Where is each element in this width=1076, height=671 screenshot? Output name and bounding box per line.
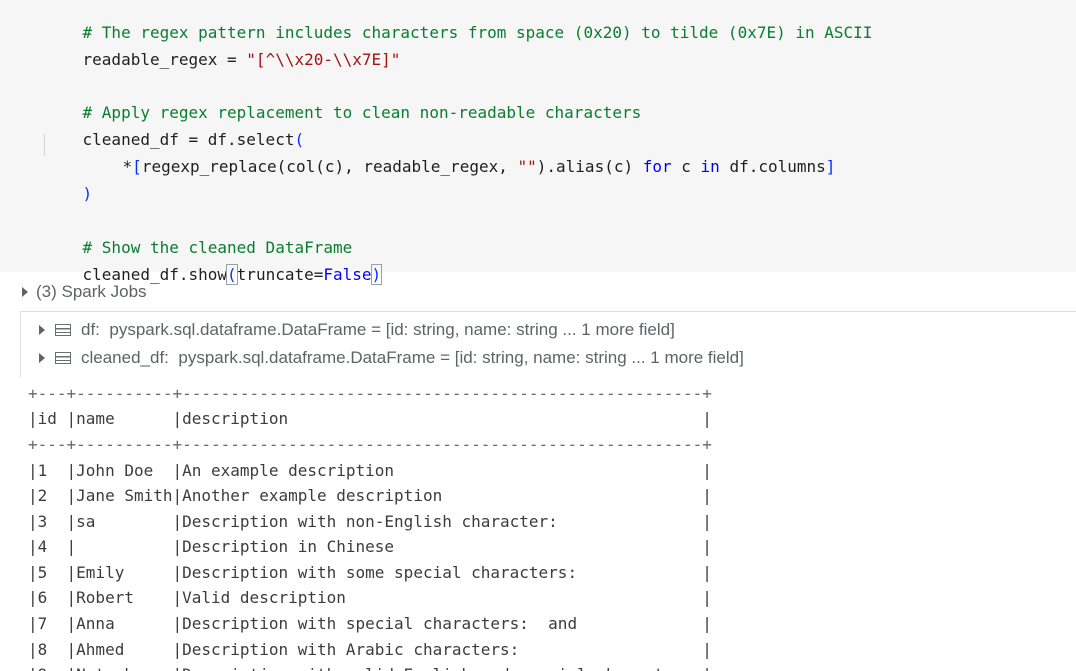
variable-name: df: (81, 320, 100, 339)
table-row: |8 |Ahmed |Description with Arabic chara… (28, 640, 712, 659)
code-text: ).alias(c) (536, 157, 643, 176)
variable-type: pyspark.sql.dataframe.DataFrame = [id: s… (109, 320, 675, 339)
indent-guide (44, 134, 45, 156)
code-string: "[^\\x20-\\x7E]" (246, 50, 401, 69)
code-line: # Apply regex replacement to clean non-r… (44, 80, 642, 122)
code-text: * (122, 157, 133, 176)
code-paren: [ (132, 157, 142, 176)
variable-row-df[interactable]: df: pyspark.sql.dataframe.DataFrame = [i… (39, 317, 675, 343)
variable-type: pyspark.sql.dataframe.DataFrame = [id: s… (178, 348, 744, 367)
code-line: cleaned_df.show(truncate=False) (44, 242, 383, 285)
table-row: |5 |Emily |Description with some special… (28, 563, 712, 582)
code-text: truncate= (236, 265, 324, 284)
code-text: readable_regex = (82, 50, 247, 69)
code-cell[interactable]: # The regex pattern includes characters … (0, 0, 1076, 285)
variable-row-cleaned-df[interactable]: cleaned_df: pyspark.sql.dataframe.DataFr… (39, 345, 744, 371)
code-paren: ) (82, 184, 93, 203)
table-row: |7 |Anna |Description with special chara… (28, 614, 712, 633)
table-icon (55, 324, 71, 336)
code-string: "" (517, 157, 537, 176)
code-line: # The regex pattern includes characters … (44, 0, 873, 42)
code-text: c (671, 157, 701, 176)
code-line: # Show the cleaned DataFrame (44, 215, 353, 257)
table-row: |2 |Jane Smith|Another example descripti… (28, 486, 712, 505)
code-text: regexp_replace(col(c), readable_regex, (141, 157, 518, 176)
expand-triangle-icon (22, 287, 28, 297)
variables-panel: df: pyspark.sql.dataframe.DataFrame = [i… (20, 311, 1076, 377)
table-border: +---+----------+------------------------… (28, 435, 712, 454)
code-keyword: for (642, 157, 672, 176)
table-row: |9 |Natasha |Description with valid Engl… (28, 662, 712, 671)
code-line: cleaned_df = df.select( (44, 107, 305, 149)
code-line: *[regexp_replace(col(c), readable_regex,… (84, 134, 836, 176)
code-paren: ] (825, 157, 836, 176)
expand-triangle-icon (39, 325, 45, 335)
table-row: |3 |sa |Description with non-English cha… (28, 512, 712, 531)
variable-name: cleaned_df: (81, 348, 169, 367)
code-line: readable_regex = "[^\\x20-\\x7E]" (44, 27, 401, 69)
code-keyword: in (700, 157, 720, 176)
code-paren: ) (370, 264, 383, 285)
code-text: df.columns (719, 157, 826, 176)
spark-jobs-toggle[interactable]: (3) Spark Jobs (22, 280, 147, 304)
table-row: |6 |Robert |Valid description | (28, 588, 712, 607)
table-row: |1 |John Doe |An example description | (28, 461, 712, 480)
table-row: |4 | |Description in Chinese | (28, 537, 712, 556)
code-keyword: False (323, 265, 372, 284)
spark-jobs-label: (3) Spark Jobs (36, 282, 147, 301)
code-paren: ( (226, 264, 238, 285)
cell-output: +---+----------+------------------------… (28, 381, 1076, 671)
table-border: +---+----------+------------------------… (28, 384, 712, 403)
table-header: |id |name |description | (28, 409, 712, 428)
table-icon (55, 352, 71, 364)
expand-triangle-icon (39, 353, 45, 363)
code-line: ) (44, 161, 93, 203)
